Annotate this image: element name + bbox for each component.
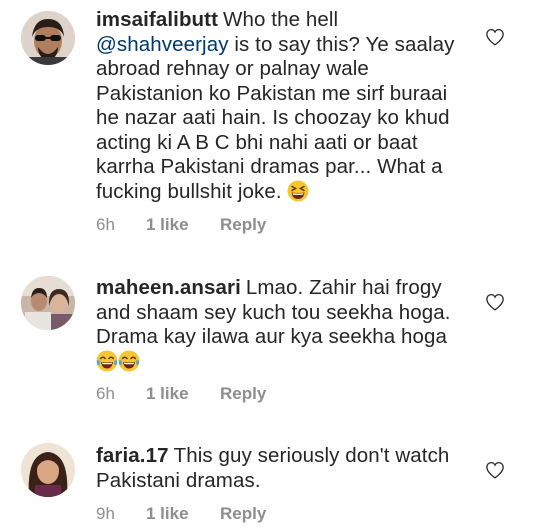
avatar-image <box>21 443 75 497</box>
avatar-image <box>21 276 75 330</box>
comment-username[interactable]: maheen.ansari <box>96 276 241 299</box>
heart-outline-icon[interactable] <box>485 461 505 479</box>
comment-timestamp: 6h <box>96 384 115 403</box>
comment-username[interactable]: faria.17 <box>96 444 169 467</box>
reply-button[interactable]: Reply <box>220 504 266 524</box>
comment-meta: 6h 1 like Reply <box>96 384 266 404</box>
comment-meta: 9h 1 like Reply <box>96 504 266 524</box>
grinning-squinting-face-icon <box>287 180 309 201</box>
heart-outline-icon[interactable] <box>485 293 505 311</box>
comment-body: maheen.ansari Lmao. Zahir hai frogy and s… <box>96 276 474 374</box>
comment-username[interactable]: imsaifalibutt <box>96 8 218 31</box>
heart-outline-icon[interactable] <box>485 28 505 46</box>
avatar-image <box>21 11 75 65</box>
comment-mention[interactable]: @shahveerjay <box>96 33 229 56</box>
comment-meta: 6h 1 like Reply <box>96 215 266 235</box>
comment-text: Who the hell <box>223 8 339 31</box>
avatar[interactable] <box>21 276 75 330</box>
comment-timestamp: 9h <box>96 504 115 523</box>
comment-body: faria.17 This guy seriously don't watch P… <box>96 444 474 493</box>
comment-text: is to say this? Ye saalay abroad rehnay … <box>96 32 455 203</box>
avatar[interactable] <box>21 11 75 65</box>
face-with-tears-of-joy-icon <box>118 350 140 371</box>
comment-timestamp: 6h <box>96 215 115 234</box>
comment-likes[interactable]: 1 like <box>146 384 220 404</box>
face-with-tears-of-joy-icon <box>96 350 118 371</box>
comment-body: imsaifalibutt Who the hell @shahveerjay i… <box>96 8 474 204</box>
reply-button[interactable]: Reply <box>220 384 266 404</box>
comment-likes[interactable]: 1 like <box>146 504 220 524</box>
reply-button[interactable]: Reply <box>220 215 266 235</box>
comment-likes[interactable]: 1 like <box>146 215 220 235</box>
avatar[interactable] <box>21 443 75 497</box>
